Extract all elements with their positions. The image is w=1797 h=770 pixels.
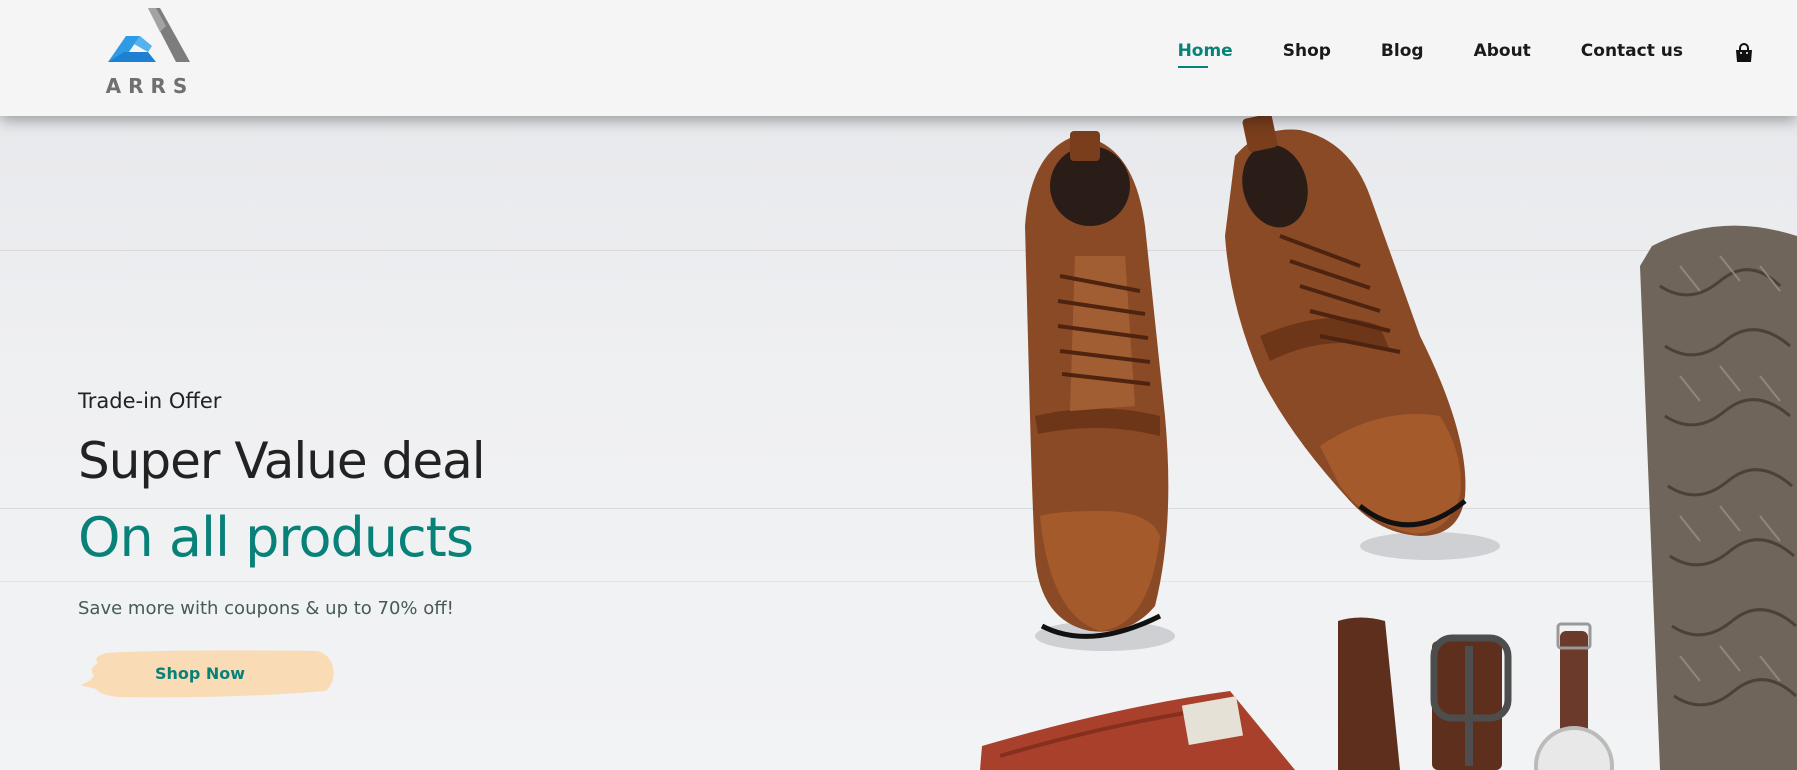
logo-text: ARRS	[105, 74, 195, 98]
hero-highlight: On all products	[78, 506, 474, 569]
hero-banner: Trade-in Offer Super Value deal On all p…	[0, 116, 1797, 770]
hero-headline: Super Value deal	[78, 432, 486, 490]
brand-logo[interactable]: ARRS	[100, 6, 200, 98]
logo-mark-icon	[108, 8, 190, 62]
hero-subtext: Save more with coupons & up to 70% off!	[78, 598, 454, 619]
site-header: ARRS Home Shop Blog About Contact us	[0, 0, 1797, 116]
red-pants-shape	[980, 691, 1295, 770]
nav-contact[interactable]: Contact us	[1581, 41, 1683, 65]
left-boot-shape	[1025, 131, 1175, 651]
nav-shop[interactable]: Shop	[1283, 41, 1331, 65]
offer-tag: Trade-in Offer	[78, 389, 222, 413]
shop-now-label: Shop Now	[154, 664, 246, 683]
main-nav: Home Shop Blog About Contact us	[1177, 0, 1797, 106]
nav-blog[interactable]: Blog	[1381, 41, 1424, 65]
nav-home[interactable]: Home	[1177, 41, 1233, 68]
right-boot-shape	[1225, 116, 1500, 560]
knit-sweater-shape	[1640, 225, 1797, 770]
shop-now-button[interactable]: Shop Now	[78, 647, 340, 703]
nav-about[interactable]: About	[1474, 41, 1531, 65]
boots-belt-watch-sweater-image	[980, 116, 1797, 770]
shopping-bag-icon[interactable]	[1733, 42, 1755, 64]
belt-shape	[1338, 617, 1512, 770]
watch-shape	[1534, 622, 1614, 770]
